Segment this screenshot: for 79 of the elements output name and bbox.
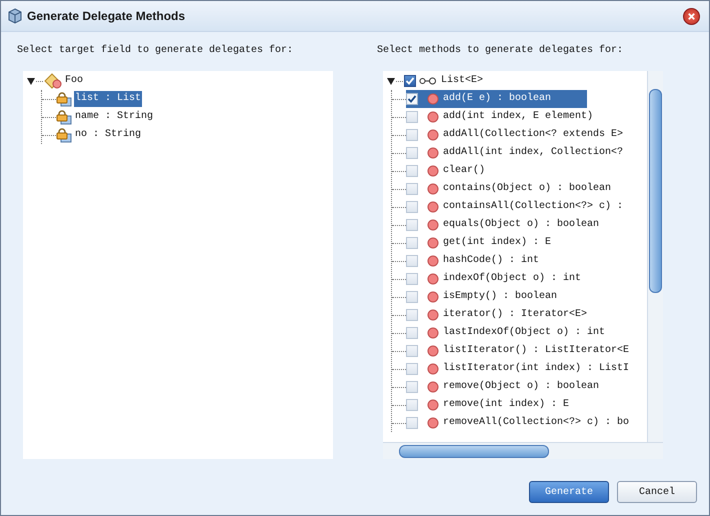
close-button[interactable] <box>683 8 700 24</box>
lock-icon <box>56 91 72 107</box>
checkbox[interactable] <box>406 309 418 321</box>
tree-item[interactable]: no : String <box>74 127 142 143</box>
method-icon <box>427 183 439 195</box>
tree-item[interactable]: List<E> <box>440 73 484 89</box>
panel-label: Select target field to generate delegates for: <box>17 44 294 58</box>
method-item[interactable]: addAll(int index, Collection<? <box>392 144 647 162</box>
panel-label: Select methods to generate delegates for: <box>377 44 624 58</box>
method-icon <box>427 219 439 231</box>
method-item[interactable]: remove(Object o) : boolean <box>392 378 647 396</box>
method-icon <box>427 147 439 159</box>
lock-icon <box>56 109 72 125</box>
method-icon <box>427 255 439 267</box>
checkbox[interactable] <box>406 111 418 123</box>
method-item[interactable]: listIterator() : ListIterator<E <box>392 342 647 360</box>
checkbox[interactable] <box>406 147 418 159</box>
class-icon <box>44 73 62 89</box>
checkbox[interactable] <box>406 363 418 375</box>
checkbox[interactable] <box>406 219 418 231</box>
checkbox[interactable] <box>406 255 418 267</box>
checkbox[interactable] <box>406 201 418 213</box>
tree-item[interactable]: Foo <box>64 73 84 89</box>
method-item[interactable]: add(int index, E element) <box>392 108 647 126</box>
method-icon <box>427 201 439 213</box>
method-icon <box>427 165 439 177</box>
checkbox[interactable] <box>406 381 418 393</box>
dialog-button[interactable]: Cancel <box>617 481 697 503</box>
method-item[interactable]: lastIndexOf(Object o) : int <box>392 324 647 342</box>
method-icon <box>427 363 439 375</box>
expand-icon[interactable] <box>27 77 35 85</box>
method-item[interactable]: clear() <box>392 162 647 180</box>
method-item[interactable]: equals(Object o) : boolean <box>392 216 647 234</box>
lock-icon <box>56 127 72 143</box>
window-title: Generate Delegate Methods <box>27 9 186 23</box>
close-icon <box>687 12 696 20</box>
expand-icon[interactable] <box>387 77 395 85</box>
method-icon <box>427 417 439 429</box>
method-icon <box>427 111 439 123</box>
method-item[interactable]: indexOf(Object o) : int <box>392 270 647 288</box>
cube-icon <box>7 8 23 24</box>
method-item[interactable]: containsAll(Collection<?> c) : <box>392 198 647 216</box>
method-item[interactable]: removeAll(Collection<?> c) : bo <box>392 414 647 432</box>
method-icon <box>427 381 439 393</box>
vertical-scrollbar[interactable] <box>647 71 663 442</box>
checkbox[interactable] <box>406 93 418 105</box>
method-icon <box>427 399 439 411</box>
method-item[interactable]: iterator() : Iterator<E> <box>392 306 647 324</box>
method-item[interactable]: remove(int index) : E <box>392 396 647 414</box>
checkbox[interactable] <box>406 399 418 411</box>
method-icon <box>427 237 439 249</box>
checkbox[interactable] <box>406 327 418 339</box>
method-item[interactable]: isEmpty() : boolean <box>392 288 647 306</box>
checkbox[interactable] <box>406 165 418 177</box>
method-item[interactable]: get(int index) : E <box>392 234 647 252</box>
tree-item[interactable]: list : List <box>74 91 142 107</box>
method-item[interactable]: addAll(Collection<? extends E> <box>392 126 647 144</box>
method-icon <box>427 129 439 141</box>
checkbox[interactable] <box>406 273 418 285</box>
method-icon <box>427 345 439 357</box>
method-icon <box>427 309 439 321</box>
checkbox[interactable] <box>406 237 418 249</box>
method-item[interactable]: contains(Object o) : boolean <box>392 180 647 198</box>
tree-item[interactable]: name : String <box>74 109 154 125</box>
interface-icon <box>419 76 437 86</box>
checkbox[interactable] <box>406 345 418 357</box>
method-item[interactable]: add(E e) : boolean <box>392 90 587 108</box>
method-icon <box>427 93 439 105</box>
checkbox[interactable] <box>406 129 418 141</box>
method-icon <box>427 291 439 303</box>
checkbox[interactable] <box>404 75 416 87</box>
horizontal-scrollbar[interactable] <box>383 442 663 459</box>
method-icon <box>427 273 439 285</box>
checkbox[interactable] <box>406 183 418 195</box>
method-item[interactable]: hashCode() : int <box>392 252 647 270</box>
checkbox[interactable] <box>406 291 418 303</box>
method-item[interactable]: listIterator(int index) : ListI <box>392 360 647 378</box>
checkbox[interactable] <box>406 417 418 429</box>
method-icon <box>427 327 439 339</box>
